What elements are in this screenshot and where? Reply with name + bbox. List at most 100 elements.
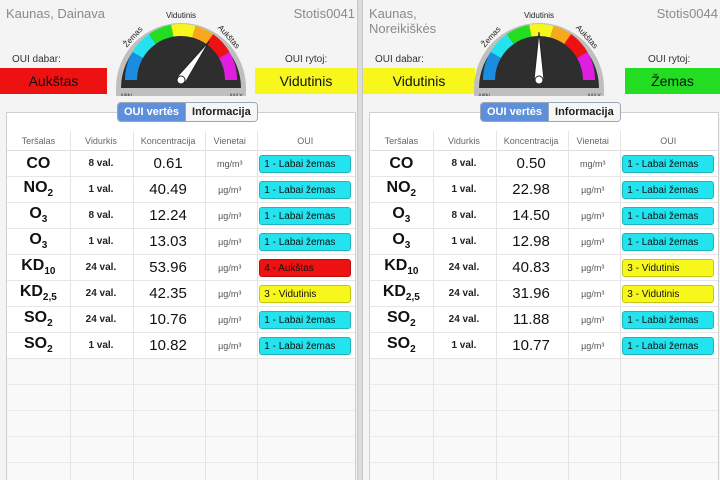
col-pollutant: Teršalas xyxy=(21,136,56,146)
col-average: Vidurkis xyxy=(85,136,117,146)
unit-label: µg/m³ xyxy=(581,184,605,195)
pollutant-name: O3 xyxy=(392,231,411,252)
aqi-now-label: OUI dabar: xyxy=(12,54,61,65)
concentration-value: 0.50 xyxy=(516,155,546,172)
pollutant-name: KD10 xyxy=(21,257,56,278)
concentration-value: 53.96 xyxy=(149,259,187,276)
averaging-period: 24 val. xyxy=(448,314,480,325)
aqi-badge: 1 - Labai žemas xyxy=(622,310,715,329)
aqi-badge: 3 - Vidutinis xyxy=(622,258,715,277)
unit-label: µg/m³ xyxy=(581,340,605,351)
table-row: O3 8 val. 14.50 µg/m³ 1 - Labai žemas xyxy=(370,203,718,229)
col-units: Vienetai xyxy=(213,136,246,146)
aqi-gauge: ŽemasVidutinisAukštasMINMAX xyxy=(474,11,604,100)
empty-table-row xyxy=(7,359,355,385)
table-header: Teršalas Vidurkis Koncentracija Vienetai… xyxy=(7,131,355,151)
table-row: SO2 24 val. 10.76 µg/m³ 1 - Labai žemas xyxy=(7,307,355,333)
unit-label: µg/m³ xyxy=(581,314,605,325)
column-divider xyxy=(205,131,206,480)
aqi-cell: 3 - Vidutinis xyxy=(256,284,355,303)
unit-label: µg/m³ xyxy=(218,314,242,325)
empty-table-row xyxy=(7,437,355,463)
aqi-badge: 1 - Labai žemas xyxy=(622,232,715,251)
column-divider xyxy=(70,131,71,480)
unit-label: mg/m³ xyxy=(216,158,243,169)
concentration-value: 13.03 xyxy=(149,233,187,250)
table-row: CO 8 val. 0.50 mg/m³ 1 - Labai žemas xyxy=(370,151,718,177)
col-concentration: Koncentracija xyxy=(140,136,196,146)
table-header: Teršalas Vidurkis Koncentracija Vienetai… xyxy=(370,131,718,151)
tab-aqi-values[interactable]: OUI vertės xyxy=(481,103,549,121)
averaging-period: 24 val. xyxy=(85,314,117,325)
aqi-cell: 1 - Labai žemas xyxy=(619,336,718,355)
aqi-cell: 1 - Labai žemas xyxy=(256,180,355,199)
aqi-cell: 1 - Labai žemas xyxy=(256,310,355,329)
aqi-cell: 1 - Labai žemas xyxy=(619,154,718,173)
concentration-value: 0.61 xyxy=(153,155,183,172)
aqi-badge: 1 - Labai žemas xyxy=(622,180,715,199)
pollutant-table: Teršalas Vidurkis Koncentracija Vienetai… xyxy=(6,112,356,480)
aqi-badge: 1 - Labai žemas xyxy=(622,206,715,225)
gauge-segment-3 xyxy=(171,24,196,38)
tab-aqi-values[interactable]: OUI vertės xyxy=(118,103,186,121)
concentration-value: 11.88 xyxy=(512,311,550,328)
aqi-badge: 3 - Vidutinis xyxy=(622,284,715,303)
col-concentration: Koncentracija xyxy=(503,136,559,146)
aqi-tomorrow-label: OUI rytoj: xyxy=(285,54,328,65)
empty-table-row xyxy=(7,411,355,437)
concentration-value: 10.77 xyxy=(512,337,550,354)
aqi-tomorrow-bar: Vidutinis xyxy=(255,68,357,94)
concentration-value: 10.82 xyxy=(149,337,187,354)
aqi-badge: 1 - Labai žemas xyxy=(259,232,352,251)
aqi-cell: 1 - Labai žemas xyxy=(619,232,718,251)
aqi-cell: 3 - Vidutinis xyxy=(619,258,718,277)
averaging-period: 24 val. xyxy=(85,288,117,299)
empty-table-row xyxy=(7,385,355,411)
averaging-period: 1 val. xyxy=(88,340,114,351)
table-row: SO2 1 val. 10.77 µg/m³ 1 - Labai žemas xyxy=(370,333,718,359)
averaging-period: 8 val. xyxy=(451,210,477,221)
table-row: KD10 24 val. 53.96 µg/m³ 4 - Aukštas xyxy=(7,255,355,281)
concentration-value: 12.98 xyxy=(512,233,550,250)
station-panel-right: Kaunas, Noreikiškės Stotis0044 OUI dabar… xyxy=(363,0,720,480)
concentration-value: 14.50 xyxy=(512,207,550,224)
aqi-badge: 1 - Labai žemas xyxy=(259,310,352,329)
aqi-badge: 1 - Labai žemas xyxy=(259,180,352,199)
averaging-period: 8 val. xyxy=(451,158,477,169)
column-divider xyxy=(433,131,434,480)
concentration-value: 10.76 xyxy=(149,311,187,328)
aqi-gauge: ŽemasVidutinisAukštasMINMAX xyxy=(116,11,246,100)
aqi-badge: 3 - Vidutinis xyxy=(259,284,352,303)
col-average: Vidurkis xyxy=(448,136,480,146)
table-row: NO2 1 val. 22.98 µg/m³ 1 - Labai žemas xyxy=(370,177,718,203)
gauge-label-1: Vidutinis xyxy=(524,11,554,20)
pollutant-name: KD2,5 xyxy=(19,283,57,304)
pollutant-name: O3 xyxy=(392,205,411,226)
pollutant-name: O3 xyxy=(29,231,48,252)
station-name: Kaunas, Dainava xyxy=(6,6,106,21)
averaging-period: 8 val. xyxy=(88,158,114,169)
pollutant-name: SO2 xyxy=(386,309,416,330)
concentration-value: 40.49 xyxy=(149,181,187,198)
gauge-segment-3 xyxy=(529,24,554,38)
column-divider xyxy=(257,131,258,480)
aqi-badge: 1 - Labai žemas xyxy=(259,336,352,355)
column-divider xyxy=(568,131,569,480)
table-row: O3 8 val. 12.24 µg/m³ 1 - Labai žemas xyxy=(7,203,355,229)
empty-table-row xyxy=(370,437,718,463)
view-tabs: OUI vertės Informacija xyxy=(117,102,258,122)
col-aqi: OUI xyxy=(660,136,677,146)
tab-information[interactable]: Informacija xyxy=(185,103,257,121)
table-row: CO 8 val. 0.61 mg/m³ 1 - Labai žemas xyxy=(7,151,355,177)
tab-information[interactable]: Informacija xyxy=(548,103,620,121)
aqi-now-bar: Aukštas xyxy=(0,68,107,94)
pollutant-name: KD2,5 xyxy=(382,283,420,304)
aqi-cell: 1 - Labai žemas xyxy=(256,232,355,251)
gauge-hub xyxy=(534,75,544,85)
pollutant-name: SO2 xyxy=(23,335,53,356)
aqi-cell: 1 - Labai žemas xyxy=(619,310,718,329)
aqi-cell: 3 - Vidutinis xyxy=(619,284,718,303)
aqi-now-label: OUI dabar: xyxy=(375,54,424,65)
pollutant-name: SO2 xyxy=(386,335,416,356)
pollutant-name: SO2 xyxy=(23,309,53,330)
